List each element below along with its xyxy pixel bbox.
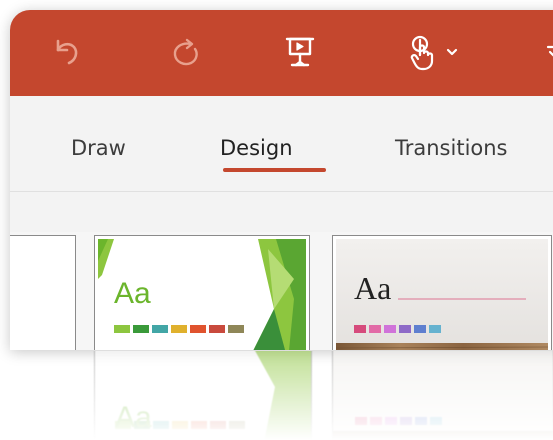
touch-mouse-mode-button[interactable] [398,30,468,74]
chevron-down-icon [445,47,459,57]
quick-access-toolbar [10,10,553,96]
touch-mouse-mode-icon [407,33,441,71]
window-reflection: Aa [0,351,553,440]
undo-icon [49,35,83,69]
customize-toolbar-button[interactable] [540,30,553,74]
wood-type-sample-text: Aa [354,270,391,306]
svg-text:Aa: Aa [115,401,152,434]
theme-thumbnail-wood-type[interactable]: Aa [332,235,552,350]
theme-thumbnail-facet[interactable]: Aa [94,235,310,350]
redo-icon [167,33,205,71]
facet-sample-text: Aa [114,277,151,310]
wood-type-theme-preview: Aa [335,239,549,350]
tab-transitions[interactable]: Transitions [395,136,508,160]
present-from-beginning-icon [284,35,316,69]
tab-design[interactable]: Design [220,136,293,160]
undo-button[interactable] [44,30,88,74]
ribbon-tab-bar: Draw Design Transitions [10,96,553,191]
facet-theme-preview: Aa [98,239,306,350]
wood-type-thumbnail-reflection [332,351,553,440]
ribbon-body [10,192,553,232]
powerpoint-window: Draw Design Transitions Aa Aa [10,10,553,350]
facet-thumbnail-reflection: Aa [94,351,312,440]
redo-button[interactable] [162,30,210,74]
theme-thumbnail-partial[interactable] [10,235,76,350]
present-from-beginning-button[interactable] [280,30,320,74]
active-tab-indicator [223,168,326,172]
customize-toolbar-icon [545,42,553,62]
tab-draw[interactable]: Draw [71,136,126,160]
themes-gallery: Aa Aa [10,232,553,350]
